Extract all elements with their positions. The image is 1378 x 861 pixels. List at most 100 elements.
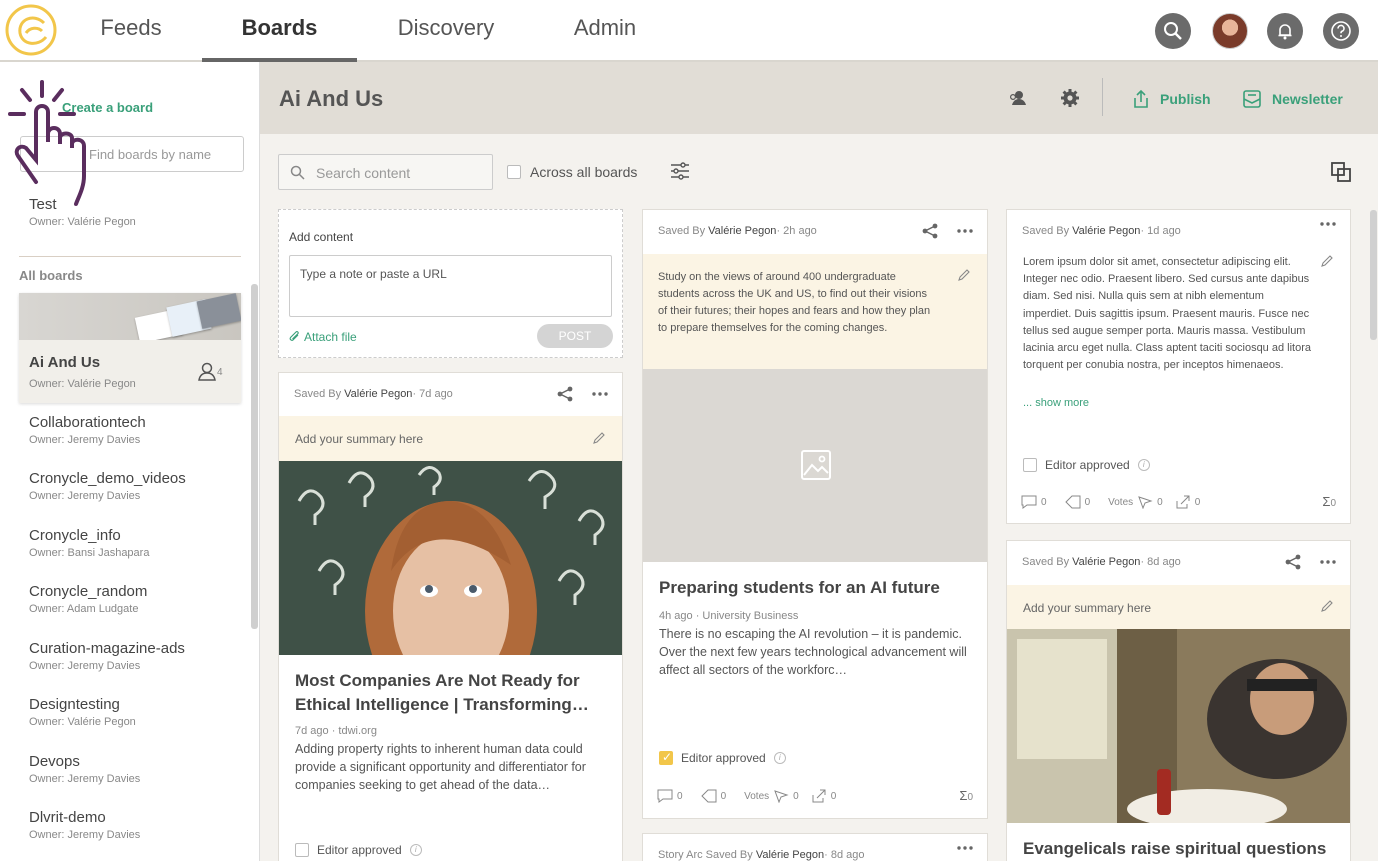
- tag-icon[interactable]: [700, 789, 717, 803]
- editor-approved-checkbox[interactable]: Editor approved i: [659, 750, 786, 765]
- article-title[interactable]: Preparing students for an AI future: [659, 576, 940, 600]
- pencil-icon[interactable]: [592, 431, 606, 445]
- sidebar-item-ai-and-us[interactable]: Ai And Us Owner: Valérie Pegon 4: [19, 293, 241, 403]
- main-scrollbar[interactable]: [1370, 210, 1377, 340]
- gear-icon[interactable]: [1060, 88, 1080, 108]
- sidebar-item-cronycle-info[interactable]: Cronycle_info Owner: Bansi Jashapara: [29, 527, 149, 559]
- paperclip-icon: [289, 331, 299, 341]
- sidebar-item-curation-magazine-ads[interactable]: Curation-magazine-ads Owner: Jeremy Davi…: [29, 640, 185, 672]
- editor-approved-checkbox[interactable]: Editor approved i: [1023, 458, 1150, 472]
- sidebar-scrollbar[interactable]: [251, 284, 258, 629]
- summary-field[interactable]: Add your summary here: [1007, 585, 1350, 629]
- vote-icon[interactable]: [1137, 495, 1153, 509]
- board-name: Devops: [29, 753, 80, 770]
- share-out-icon[interactable]: [811, 789, 827, 803]
- sidebar-item-designtesting[interactable]: Designtesting Owner: Valérie Pegon: [29, 696, 136, 728]
- content-search-input[interactable]: Search content: [278, 154, 493, 190]
- checkbox-checked[interactable]: [659, 750, 673, 765]
- board-name: Cronycle_demo_videos: [29, 470, 186, 487]
- board-owner: Owner: Jeremy Davies: [29, 773, 141, 785]
- card-meta: Saved By Valérie Pegon· 1d ago: [1022, 225, 1181, 237]
- search-placeholder: Search content: [316, 165, 411, 181]
- attach-file-link[interactable]: Attach file: [289, 330, 357, 344]
- content-card[interactable]: Story Arc Saved By Valérie Pegon· 8d ago: [642, 833, 988, 861]
- sidebar-item-collaborationtech[interactable]: Collaborationtech Owner: Jeremy Davies: [29, 414, 146, 446]
- article-title[interactable]: Evangelicals raise spiritual questions: [1023, 837, 1343, 861]
- member-count: 4: [217, 367, 223, 378]
- show-more-link[interactable]: ... show more: [1023, 397, 1089, 409]
- article-image: [279, 461, 622, 655]
- publish-label: Publish: [1160, 91, 1211, 107]
- board-owner: Owner: Jeremy Davies: [29, 829, 141, 841]
- post-button[interactable]: POST: [537, 324, 613, 348]
- more-options-icon[interactable]: [957, 846, 973, 850]
- card-stats: 0 0 Votes 0 0: [1021, 495, 1200, 509]
- board-name: Collaborationtech: [29, 414, 146, 431]
- note-url-input[interactable]: Type a note or paste a URL: [289, 255, 612, 317]
- approved-label: Editor approved: [317, 843, 402, 857]
- content-card[interactable]: Saved By Valérie Pegon· 8d ago Add your …: [1006, 540, 1351, 861]
- share-icon[interactable]: [921, 222, 939, 240]
- board-title: Ai And Us: [279, 86, 384, 111]
- sidebar-item-devops[interactable]: Devops Owner: Jeremy Davies: [29, 753, 140, 785]
- board-header: Ai And Us Publish Newsletter: [260, 62, 1378, 134]
- pencil-icon[interactable]: [957, 268, 971, 282]
- board-owner: Owner: Jeremy Davies: [29, 490, 141, 502]
- checkbox[interactable]: [295, 843, 309, 857]
- article-source: 4h ago · University Business: [659, 610, 799, 622]
- board-owner: Owner: Bansi Jashapara: [29, 547, 150, 559]
- tab-discovery[interactable]: Discovery: [384, 0, 508, 60]
- more-options-icon[interactable]: [1320, 222, 1336, 226]
- share-out-icon[interactable]: [1175, 495, 1191, 509]
- sidebar-item-cronycle-random[interactable]: Cronycle_random Owner: Adam Ludgate: [29, 583, 147, 615]
- publish-button[interactable]: Publish: [1132, 89, 1211, 109]
- summary-field[interactable]: Add your summary here: [279, 416, 622, 461]
- share-upload-icon: [1134, 89, 1148, 108]
- help-button[interactable]: [1323, 13, 1359, 49]
- layout-toggle-icon[interactable]: [1330, 161, 1352, 183]
- vote-icon[interactable]: [773, 789, 789, 803]
- share-icon[interactable]: [1284, 553, 1302, 571]
- comment-icon[interactable]: [657, 789, 673, 803]
- more-options-icon[interactable]: [1320, 560, 1336, 564]
- top-nav: Feeds Boards Discovery Admin: [0, 0, 1378, 62]
- checkbox[interactable]: [507, 165, 521, 179]
- article-title[interactable]: Most Companies Are Not Ready for Ethical…: [295, 669, 611, 717]
- tab-admin[interactable]: Admin: [562, 0, 648, 60]
- summary-field[interactable]: Study on the views of around 400 undergr…: [643, 254, 987, 369]
- tab-boards[interactable]: Boards: [202, 0, 357, 62]
- newsletter-button[interactable]: Newsletter: [1242, 89, 1343, 109]
- search-button[interactable]: [1155, 13, 1191, 49]
- board-name: Ai And Us: [29, 354, 101, 371]
- filter-sliders-icon[interactable]: [669, 160, 691, 182]
- notifications-button[interactable]: [1267, 13, 1303, 49]
- comment-icon[interactable]: [1021, 495, 1037, 509]
- article-description: Adding property rights to inherent human…: [295, 742, 586, 792]
- divider: [19, 256, 241, 257]
- article-source: 7d ago · tdwi.org: [295, 725, 377, 737]
- board-owner: Owner: Valérie Pegon: [29, 216, 136, 228]
- total-score: Σ0: [959, 788, 973, 803]
- content-card[interactable]: Saved By Valérie Pegon· 7d ago Add your …: [278, 372, 623, 861]
- tag-icon[interactable]: [1064, 495, 1081, 509]
- search-icon: [1164, 22, 1182, 40]
- sidebar-item-dlvrit-demo[interactable]: Dlvrit-demo Owner: Jeremy Davies: [29, 809, 140, 841]
- across-all-boards-checkbox[interactable]: Across all boards: [507, 164, 637, 180]
- tab-feeds[interactable]: Feeds: [88, 0, 174, 60]
- content-card[interactable]: Saved By Valérie Pegon· 2h ago Study on …: [642, 209, 988, 819]
- pencil-icon[interactable]: [1320, 254, 1334, 268]
- pencil-icon[interactable]: [1320, 599, 1334, 613]
- sidebar-item-cronycle-demo-videos[interactable]: Cronycle_demo_videos Owner: Jeremy Davie…: [29, 470, 186, 502]
- cronycle-logo-icon[interactable]: [4, 3, 58, 57]
- user-avatar[interactable]: [1212, 13, 1248, 49]
- collaborators-icon[interactable]: [1008, 88, 1028, 108]
- board-name: Cronycle_info: [29, 527, 121, 544]
- more-options-icon[interactable]: [957, 229, 973, 233]
- board-owner: Owner: Jeremy Davies: [29, 434, 141, 446]
- board-owner: Owner: Jeremy Davies: [29, 660, 141, 672]
- more-options-icon[interactable]: [592, 392, 608, 396]
- share-icon[interactable]: [556, 385, 574, 403]
- checkbox[interactable]: [1023, 458, 1037, 472]
- content-card[interactable]: Saved By Valérie Pegon· 1d ago Lorem ips…: [1006, 209, 1351, 524]
- editor-approved-checkbox[interactable]: Editor approved i: [295, 843, 422, 857]
